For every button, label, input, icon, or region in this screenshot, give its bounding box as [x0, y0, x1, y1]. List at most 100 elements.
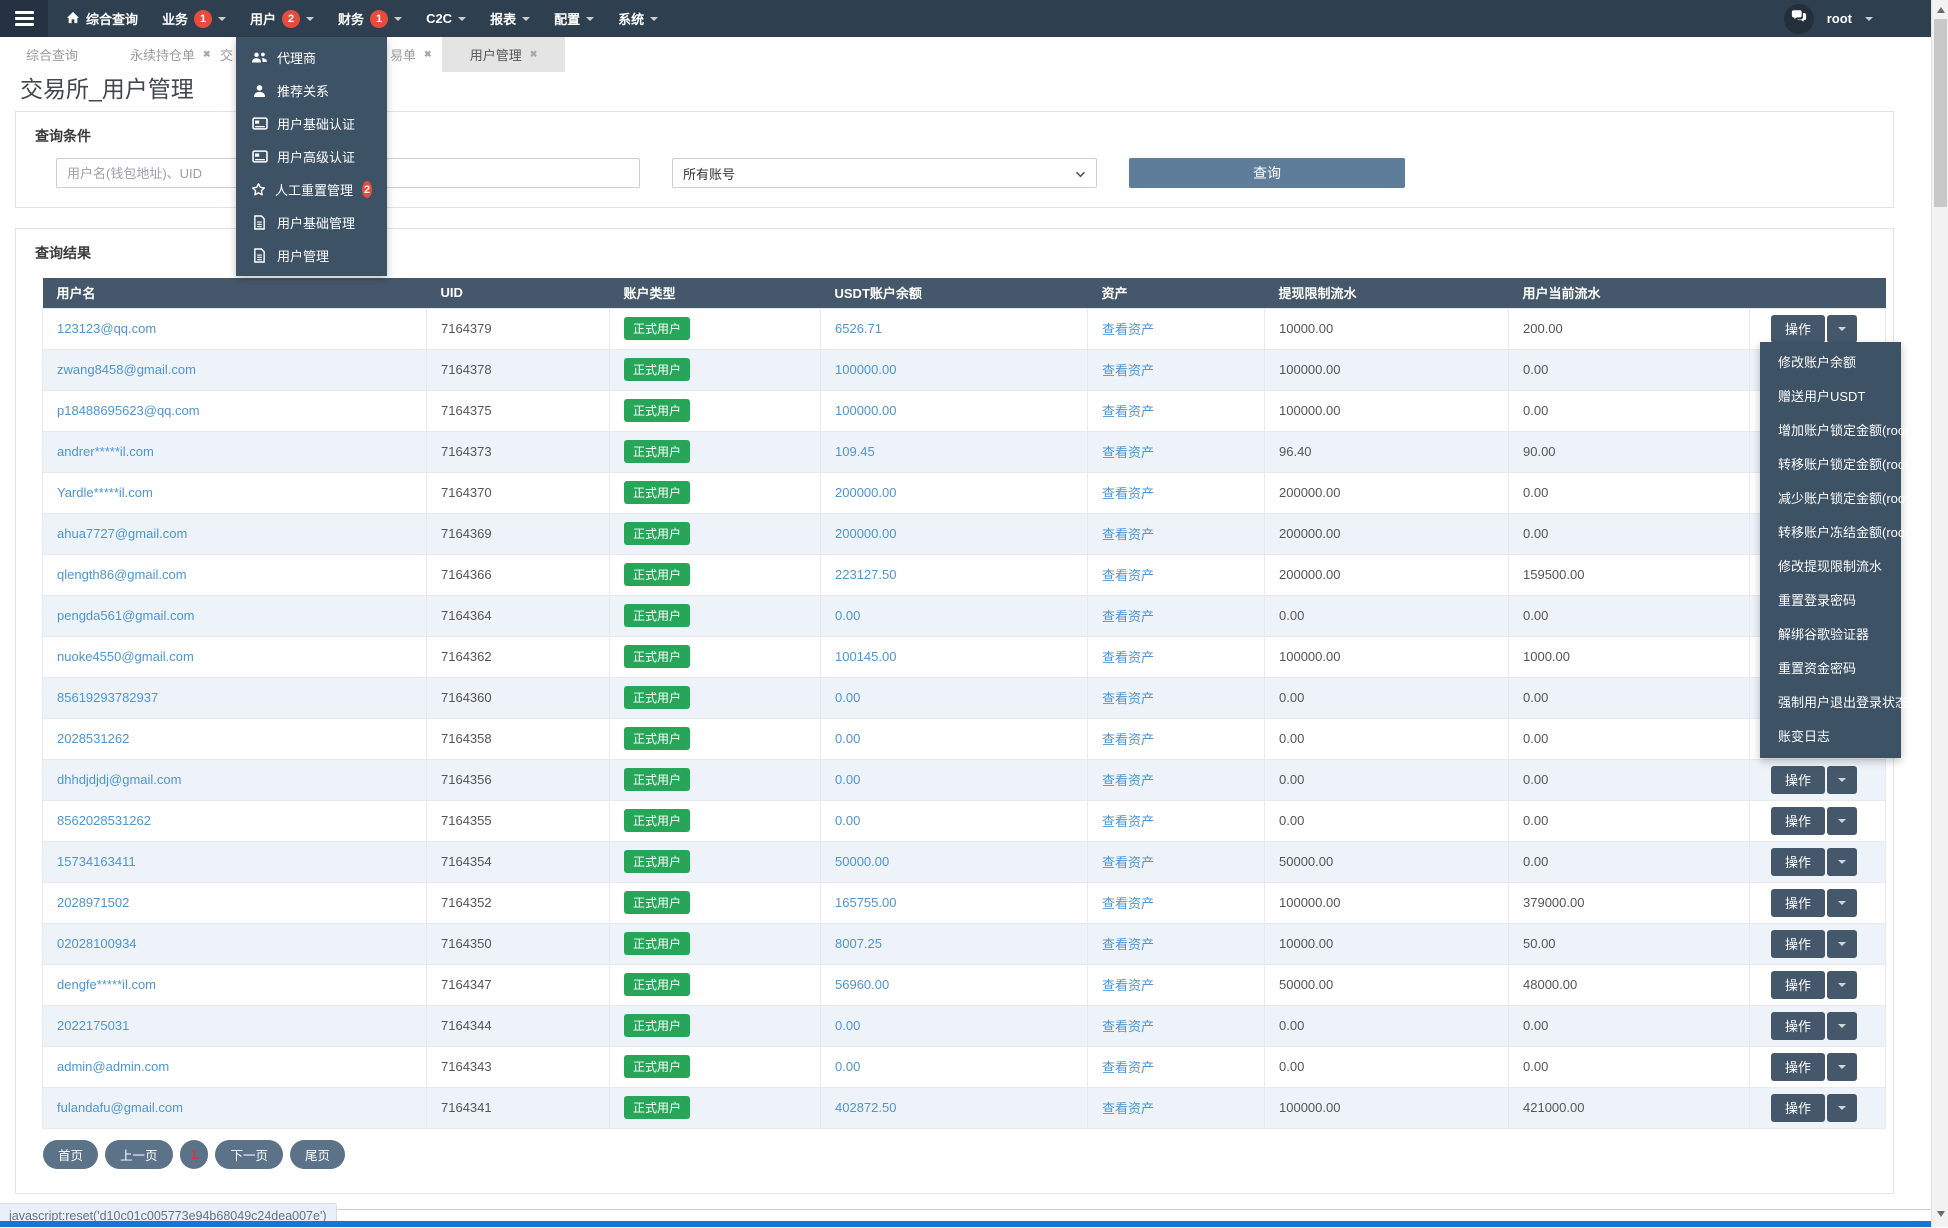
username-link[interactable]: dhhdjdjdj@gmail.com — [57, 772, 181, 787]
usdt-balance-link[interactable]: 109.45 — [835, 444, 875, 459]
usdt-balance-link[interactable]: 223127.50 — [835, 567, 896, 582]
username-link[interactable]: admin@admin.com — [57, 1059, 169, 1074]
nav-menu-item[interactable]: 综合查询 — [54, 0, 150, 37]
view-assets-link[interactable]: 查看资产 — [1102, 896, 1154, 911]
username-link[interactable]: 2028531262 — [57, 731, 129, 746]
view-assets-link[interactable]: 查看资产 — [1102, 732, 1154, 747]
action-button[interactable]: 操作 — [1771, 929, 1826, 958]
action-button[interactable]: 操作 — [1771, 888, 1826, 917]
username-link[interactable]: andrer*****il.com — [57, 444, 154, 459]
usdt-balance-link[interactable]: 0.00 — [835, 813, 860, 828]
action-menu-item[interactable]: 转移账户冻结金额(root) — [1760, 516, 1913, 550]
view-assets-link[interactable]: 查看资产 — [1102, 445, 1154, 460]
last-page-button[interactable]: 尾页 — [290, 1140, 346, 1169]
tab-summary-query[interactable]: 综合查询 — [22, 37, 82, 72]
action-menu-item[interactable]: 赠送用户USDT — [1760, 380, 1901, 414]
username-link[interactable]: 123123@qq.com — [57, 321, 156, 336]
action-menu-item[interactable]: 修改提现限制流水 — [1760, 550, 1901, 584]
close-icon[interactable]: ✖ — [203, 49, 211, 60]
scroll-down-arrow-icon[interactable] — [1932, 1205, 1948, 1222]
action-caret-button[interactable] — [1827, 888, 1858, 917]
nav-menu-item[interactable]: C2C — [414, 0, 478, 37]
action-caret-button[interactable] — [1827, 970, 1858, 999]
username-link[interactable]: 02028100934 — [57, 936, 137, 951]
username-link[interactable]: nuoke4550@gmail.com — [57, 649, 194, 664]
username-link[interactable]: 8562028531262 — [57, 813, 151, 828]
user-menu-item[interactable]: 用户高级认证 — [236, 140, 387, 173]
view-assets-link[interactable]: 查看资产 — [1102, 691, 1154, 706]
action-button[interactable]: 操作 — [1771, 314, 1826, 343]
action-caret-button[interactable] — [1827, 929, 1858, 958]
account-type-select[interactable]: 所有账号 — [672, 158, 1097, 188]
close-icon[interactable]: ✖ — [424, 49, 432, 60]
username-link[interactable]: dengfe*****il.com — [57, 977, 156, 992]
view-assets-link[interactable]: 查看资产 — [1102, 404, 1154, 419]
search-button[interactable]: 查询 — [1129, 158, 1405, 188]
tab-partially-hidden-left[interactable]: 交 — [216, 37, 237, 72]
username-link[interactable]: pengda561@gmail.com — [57, 608, 195, 623]
usdt-balance-link[interactable]: 0.00 — [835, 731, 860, 746]
usdt-balance-link[interactable]: 0.00 — [835, 1059, 860, 1074]
usdt-balance-link[interactable]: 0.00 — [835, 772, 860, 787]
usdt-balance-link[interactable]: 0.00 — [835, 1018, 860, 1033]
action-menu-item[interactable]: 重置登录密码 — [1760, 584, 1901, 618]
usdt-balance-link[interactable]: 200000.00 — [835, 526, 896, 541]
username-link[interactable]: zwang8458@gmail.com — [57, 362, 196, 377]
username-link[interactable]: p18488695623@qq.com — [57, 403, 200, 418]
view-assets-link[interactable]: 查看资产 — [1102, 568, 1154, 583]
current-user[interactable]: root — [1827, 11, 1852, 26]
nav-menu-item[interactable]: 配置 — [542, 0, 606, 37]
hamburger-menu-icon[interactable] — [0, 0, 48, 37]
action-caret-button[interactable] — [1827, 765, 1858, 794]
nav-menu-item[interactable]: 财务 1 — [326, 0, 414, 37]
scroll-up-arrow-icon[interactable] — [1932, 1, 1948, 18]
usdt-balance-link[interactable]: 6526.71 — [835, 321, 882, 336]
action-menu-item[interactable]: 账变日志 — [1760, 720, 1901, 754]
tab-partially-hidden-right[interactable]: 易单 ✖ — [386, 37, 436, 72]
action-menu-item[interactable]: 解绑谷歌验证器 — [1760, 618, 1901, 652]
nav-menu-item[interactable]: 用户 2 — [238, 0, 326, 37]
usdt-balance-link[interactable]: 100145.00 — [835, 649, 896, 664]
user-menu-item[interactable]: 用户基础认证 — [236, 107, 387, 140]
current-page-button[interactable]: 1 — [179, 1140, 209, 1169]
usdt-balance-link[interactable]: 200000.00 — [835, 485, 896, 500]
action-menu-item[interactable]: 重置资金密码 — [1760, 652, 1901, 686]
view-assets-link[interactable]: 查看资产 — [1102, 527, 1154, 542]
view-assets-link[interactable]: 查看资产 — [1102, 363, 1154, 378]
user-menu-item[interactable]: 用户管理 — [236, 239, 387, 272]
username-link[interactable]: 2028971502 — [57, 895, 129, 910]
usdt-balance-link[interactable]: 0.00 — [835, 690, 860, 705]
username-link[interactable]: qlength86@gmail.com — [57, 567, 187, 582]
username-link[interactable]: fulandafu@gmail.com — [57, 1100, 183, 1115]
action-button[interactable]: 操作 — [1771, 847, 1826, 876]
next-page-button[interactable]: 下一页 — [215, 1140, 283, 1169]
prev-page-button[interactable]: 上一页 — [105, 1140, 173, 1169]
action-button[interactable]: 操作 — [1771, 1011, 1826, 1040]
usdt-balance-link[interactable]: 165755.00 — [835, 895, 896, 910]
usdt-balance-link[interactable]: 0.00 — [835, 608, 860, 623]
usdt-balance-link[interactable]: 56960.00 — [835, 977, 889, 992]
action-caret-button[interactable] — [1827, 847, 1858, 876]
usdt-balance-link[interactable]: 402872.50 — [835, 1100, 896, 1115]
action-caret-button[interactable] — [1827, 314, 1858, 343]
vertical-scrollbar[interactable] — [1931, 0, 1948, 1227]
user-chevron-down-icon[interactable] — [1865, 16, 1873, 21]
view-assets-link[interactable]: 查看资产 — [1102, 609, 1154, 624]
username-link[interactable]: 2022175031 — [57, 1018, 129, 1033]
action-menu-item[interactable]: 修改账户余额 — [1760, 346, 1901, 380]
username-link[interactable]: Yardle*****il.com — [57, 485, 153, 500]
view-assets-link[interactable]: 查看资产 — [1102, 814, 1154, 829]
username-link[interactable]: ahua7727@gmail.com — [57, 526, 187, 541]
tab-perpetual-positions[interactable]: 永续持仓单 ✖ — [126, 37, 215, 72]
view-assets-link[interactable]: 查看资产 — [1102, 650, 1154, 665]
action-button[interactable]: 操作 — [1771, 1093, 1826, 1122]
user-menu-item[interactable]: 代理商 — [236, 41, 387, 74]
user-menu-item[interactable]: 用户基础管理 — [236, 206, 387, 239]
action-menu-item[interactable]: 强制用户退出登录状态 — [1760, 686, 1908, 720]
view-assets-link[interactable]: 查看资产 — [1102, 322, 1154, 337]
chat-button[interactable] — [1783, 3, 1814, 34]
usdt-balance-link[interactable]: 8007.25 — [835, 936, 882, 951]
username-link[interactable]: 15734163411 — [57, 854, 136, 869]
username-link[interactable]: 85619293782937 — [57, 690, 158, 705]
action-button[interactable]: 操作 — [1771, 765, 1826, 794]
